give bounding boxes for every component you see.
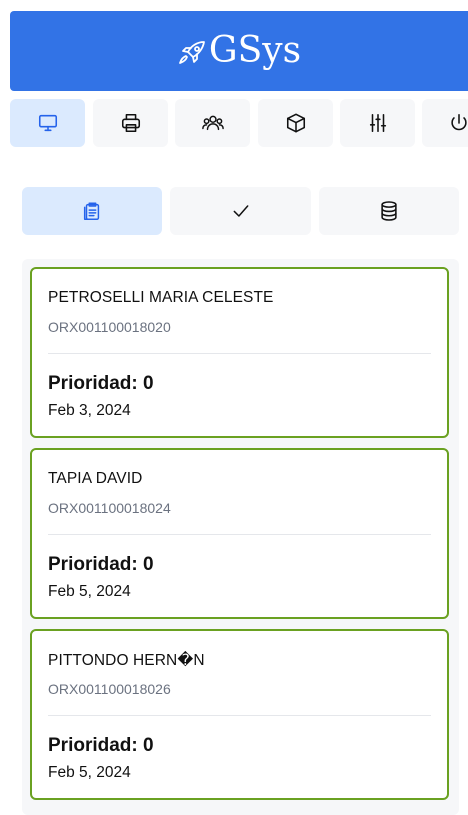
card-divider (48, 353, 431, 354)
nav-users-button[interactable] (175, 99, 250, 147)
sliders-icon (367, 112, 389, 134)
order-code: ORX001100018020 (48, 319, 171, 335)
check-icon (231, 201, 251, 221)
order-tabs (22, 187, 459, 235)
priority-label: Prioridad: 0 (48, 373, 154, 394)
card-divider (48, 715, 431, 716)
priority-label: Prioridad: 0 (48, 735, 154, 756)
nav-box-button[interactable] (258, 99, 333, 147)
tab-pending[interactable] (22, 187, 162, 235)
database-icon (378, 200, 400, 222)
patient-name: PITTONDO HERN�N (48, 652, 205, 669)
order-date: Feb 5, 2024 (48, 764, 131, 781)
order-date: Feb 5, 2024 (48, 583, 131, 600)
nav-power-button[interactable] (422, 99, 468, 147)
card-divider (48, 534, 431, 535)
power-icon (448, 112, 468, 134)
app-brand: GSys (208, 30, 302, 71)
printer-icon (120, 112, 142, 134)
tab-database[interactable] (319, 187, 459, 235)
order-card[interactable]: TAPIA DAVID ORX001100018024 Prioridad: 0… (30, 448, 449, 619)
box-icon (285, 112, 307, 134)
patient-name: TAPIA DAVID (48, 470, 143, 487)
order-code: ORX001100018024 (48, 500, 171, 516)
orders-list: PETROSELLI MARIA CELESTE ORX001100018020… (22, 259, 459, 815)
tab-completed[interactable] (170, 187, 311, 235)
order-date: Feb 3, 2024 (48, 402, 131, 419)
nav-print-button[interactable] (93, 99, 168, 147)
top-nav (10, 99, 468, 147)
app-header: GSys (10, 11, 468, 91)
order-card[interactable]: PITTONDO HERN�N ORX001100018026 Priorida… (30, 629, 449, 800)
patient-name: PETROSELLI MARIA CELESTE (48, 289, 274, 306)
priority-label: Prioridad: 0 (48, 554, 154, 575)
clipboard-list-icon (81, 200, 103, 222)
monitor-icon (37, 112, 59, 134)
rocket-icon (177, 37, 207, 67)
order-card[interactable]: PETROSELLI MARIA CELESTE ORX001100018020… (30, 267, 449, 438)
nav-monitor-button[interactable] (10, 99, 85, 147)
nav-settings-button[interactable] (340, 99, 415, 147)
users-icon (201, 112, 225, 134)
order-code: ORX001100018026 (48, 681, 171, 697)
